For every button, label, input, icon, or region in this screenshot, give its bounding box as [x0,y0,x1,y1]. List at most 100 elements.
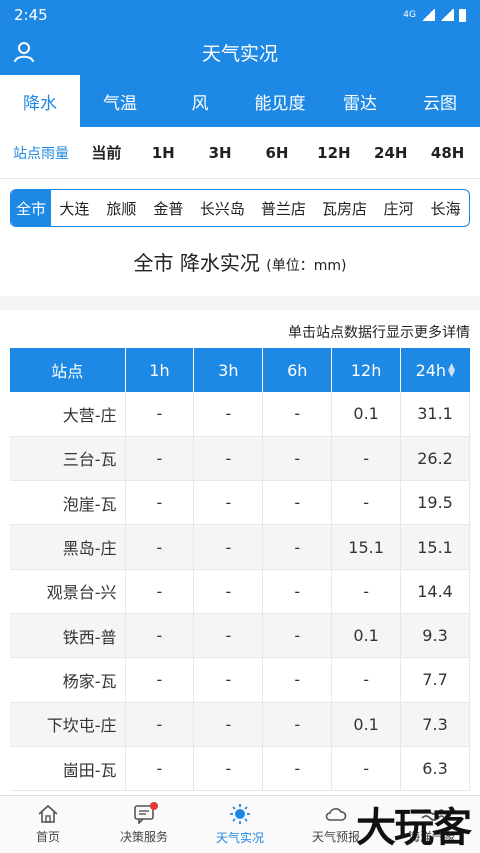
nav-decision-label: 决策服务 [119,830,168,844]
tab-visibility[interactable]: 能见度 [240,75,320,127]
nav-decision-service[interactable]: 决策服务 [96,796,192,853]
sub-tab-station-rainfall[interactable]: 站点雨量 [4,143,78,163]
region-all-city[interactable]: 全市 [11,190,51,226]
status-time: 2:45 [14,6,48,24]
page-header-title: 天气实况 [201,43,278,65]
rainfall-value-cell: - [262,524,333,570]
rainfall-value-cell: - [331,480,402,526]
rainfall-value-cell: - [125,480,195,526]
network-label: 4G [403,10,416,20]
header-12h[interactable]: 12h [331,348,402,392]
region-jinpu[interactable]: 金普 [145,190,192,226]
table-row[interactable]: 泡崖-瓦 - - - -19.5 [10,480,470,526]
rainfall-value-cell: 7.7 [400,657,470,703]
sub-tab-24h[interactable]: 24H [362,144,419,162]
rainfall-value-cell: - [125,392,195,437]
rainfall-value-cell: - [331,746,402,792]
rainfall-value-cell: - [193,746,264,792]
table-row[interactable]: 三台-瓦 - - - -26.2 [10,436,470,482]
watermark: 大玩客 [356,805,472,851]
section-divider [0,296,480,310]
sub-tab-48h[interactable]: 48H [419,144,476,162]
table-header-row: 站点 1h 3h 6h 12h 24h ▲ ▼ [10,348,470,392]
tab-temperature[interactable]: 气温 [80,75,160,127]
signal-icon [421,9,435,21]
region-dalian[interactable]: 大连 [51,190,98,226]
rainfall-table: 站点 1h 3h 6h 12h 24h ▲ ▼ 大营-庄 - - -0.1 31.1 三台-瓦… [10,348,470,792]
header-1h[interactable]: 1h [125,348,195,392]
sub-tab-3h[interactable]: 3H [192,144,249,162]
sub-tab-1h[interactable]: 1H [135,144,192,162]
rainfall-value-cell: - [193,392,264,437]
sub-tab-current[interactable]: 当前 [78,142,135,163]
tab-precipitation[interactable]: 降水 [0,75,80,127]
region-lushun[interactable]: 旅顺 [98,190,145,226]
rainfall-value-cell: - [193,569,264,614]
station-name-cell: 下坎屯-庄 [10,702,126,747]
status-icons: 4G [403,8,466,22]
header-station[interactable]: 站点 [10,348,126,392]
rainfall-value-cell: - [262,657,333,703]
rainfall-value-cell: 19.5 [400,480,470,526]
table-row[interactable]: 铁西-普 - - -0.1 9.3 [10,613,470,659]
app-bar: 天气实况 [0,30,480,75]
rainfall-value-cell: - [193,436,264,482]
region-selector: 全市 大连 旅顺 金普 长兴岛 普兰店 瓦房店 庄河 长海 [10,189,470,227]
rainfall-value-cell: - [262,392,333,437]
rainfall-value-cell: - [125,702,195,747]
rainfall-value-cell: - [125,613,195,659]
rainfall-value-cell: - [331,657,402,703]
table-row[interactable]: 大营-庄 - - -0.1 31.1 [10,392,470,437]
table-row[interactable]: 崮田-瓦 - - - -6.3 [10,746,470,792]
rainfall-value-cell: - [125,436,195,482]
rainfall-value-cell: - [193,657,264,703]
cloud-icon [325,808,347,821]
tab-radar[interactable]: 雷达 [320,75,400,127]
rainfall-value-cell: - [125,569,195,614]
region-pulandian[interactable]: 普兰店 [253,190,314,226]
rainfall-value-cell: 0.1 [331,702,402,747]
user-icon[interactable] [12,40,36,69]
table-row[interactable]: 杨家-瓦 - - - -7.7 [10,657,470,703]
sun-icon [230,804,250,824]
unit-label: (单位：mm) [266,258,347,274]
rainfall-value-cell: - [262,702,333,747]
rainfall-value-cell: 31.1 [400,392,470,437]
nav-home-label: 首页 [35,830,60,844]
region-wafangdian[interactable]: 瓦房店 [314,190,375,226]
battery-icon [459,8,466,22]
rainfall-value-cell: - [262,480,333,526]
rainfall-value-cell: 15.1 [400,524,470,570]
header-6h[interactable]: 6h [262,348,333,392]
rainfall-value-cell: 6.3 [400,746,470,792]
home-icon [38,804,58,823]
rainfall-value-cell: 26.2 [400,436,470,482]
header-3h[interactable]: 3h [193,348,264,392]
station-name-cell: 泡崖-瓦 [10,480,126,526]
nav-weather-live[interactable]: 天气实况 [192,796,288,853]
station-name-cell: 崮田-瓦 [10,746,126,792]
region-zhuanghe[interactable]: 庄河 [375,190,422,226]
sub-tab-6h[interactable]: 6H [249,144,306,162]
nav-home[interactable]: 首页 [0,796,96,853]
table-row[interactable]: 观景台-兴 - - - -14.4 [10,569,470,614]
rainfall-value-cell: - [193,702,264,747]
rainfall-value-cell: 7.3 [400,702,470,747]
rainfall-value-cell: - [262,569,333,614]
nav-weather-live-label: 天气实况 [215,831,264,845]
region-changhai[interactable]: 长海 [422,190,469,226]
table-row[interactable]: 黑岛-庄 - - -15.1 15.1 [10,524,470,570]
header-24h[interactable]: 24h ▲ ▼ [400,348,470,392]
tab-wind[interactable]: 风 [160,75,240,127]
station-name-cell: 杨家-瓦 [10,657,126,703]
region-changxingdao[interactable]: 长兴岛 [192,190,253,226]
content-title-main: 全市 降水实况 [133,251,260,275]
station-name-cell: 大营-庄 [10,392,126,437]
sub-tab-12h[interactable]: 12H [305,144,362,162]
rainfall-value-cell: 15.1 [331,524,402,570]
rainfall-value-cell: - [331,569,402,614]
rainfall-value-cell: 0.1 [331,613,402,659]
rainfall-value-cell: 0.1 [331,392,402,437]
tab-cloud-map[interactable]: 云图 [400,75,480,127]
table-row[interactable]: 下坎屯-庄 - - -0.1 7.3 [10,702,470,747]
